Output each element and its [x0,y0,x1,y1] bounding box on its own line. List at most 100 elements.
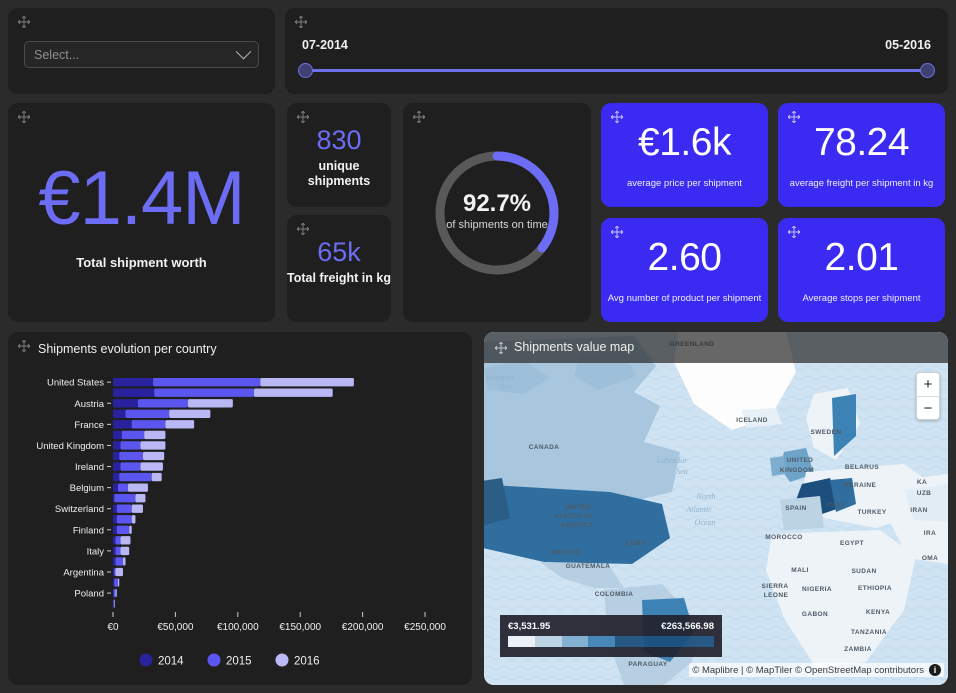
timeline-handle-end[interactable] [920,63,935,78]
legend-swatch[interactable] [140,654,153,667]
move-icon[interactable] [17,15,31,29]
bar-segment[interactable] [154,389,254,397]
bar-segment[interactable] [113,452,119,460]
bar-segment[interactable] [113,462,120,470]
legend-label[interactable]: 2015 [226,656,252,668]
bar-segment[interactable] [113,589,114,597]
bar-segment[interactable] [113,431,122,439]
bar-segment[interactable] [113,515,117,523]
timeline-slider[interactable] [305,69,928,72]
bar-segment[interactable] [114,589,116,597]
bar-segment[interactable] [116,568,123,576]
bar-segment[interactable] [113,599,114,607]
bar-segment[interactable] [135,494,145,502]
bar-segment[interactable] [114,494,135,502]
bar-segment[interactable] [132,515,136,523]
bar-segment[interactable] [143,452,164,460]
bar-segment[interactable] [123,557,126,565]
move-icon[interactable] [787,110,801,124]
move-icon[interactable] [610,225,624,239]
bar-segment[interactable] [120,462,140,470]
bar-segment[interactable] [120,441,140,449]
legend-swatch [615,636,714,647]
bar-segment[interactable] [144,431,165,439]
bar-segment[interactable] [114,599,115,607]
info-icon[interactable]: i [929,664,941,676]
bar-segment[interactable] [153,378,260,386]
bar-segment[interactable] [113,378,153,386]
legend-swatch[interactable] [276,654,289,667]
bar-segment[interactable] [188,399,233,407]
move-icon[interactable] [17,110,31,124]
bar-segment[interactable] [114,568,115,576]
bar-segment[interactable] [254,389,333,397]
bar-segment[interactable] [165,420,194,428]
move-icon[interactable] [610,110,624,124]
bar-segment[interactable] [118,578,119,586]
bar-segment[interactable] [116,557,123,565]
bar-segment[interactable] [113,441,120,449]
select-placeholder: Select... [34,48,238,62]
bar-segment[interactable] [119,452,143,460]
bar-segment[interactable] [119,473,151,481]
country-label: COLOMBIA [595,591,634,598]
move-icon[interactable] [412,110,426,124]
bar-segment[interactable] [113,568,114,576]
bar-segment[interactable] [113,494,114,502]
bar-segment[interactable] [113,505,117,513]
bar-segment[interactable] [113,410,125,418]
bar-segment[interactable] [122,431,144,439]
attribution-text[interactable]: © Maplibre | © MapTiler © OpenStreetMap … [692,665,924,676]
bar-segment[interactable] [260,378,354,386]
bar-segment[interactable] [113,420,132,428]
bar-segment[interactable] [113,483,118,491]
bar-segment[interactable] [113,473,119,481]
bar-segment[interactable] [118,483,128,491]
bar-segment[interactable] [117,526,129,534]
bar-segment[interactable] [113,536,116,544]
legend-label[interactable]: 2014 [158,656,184,668]
move-icon[interactable] [17,339,31,353]
move-icon[interactable] [294,15,308,29]
bar-segment[interactable] [120,547,129,555]
chevron-down-icon[interactable] [236,44,252,60]
bar-segment[interactable] [120,536,130,544]
bar-segment[interactable] [113,578,114,586]
country-select[interactable]: Select... [24,41,259,68]
legend-min-value: €3,531.95 [508,621,550,632]
country-label: SIERRA [762,583,789,590]
shipments-evolution-card: Shipments evolution per country United S… [8,332,472,685]
bar-segment[interactable] [140,441,165,449]
bar-segment[interactable] [113,526,117,534]
move-icon[interactable] [494,341,508,355]
bar-segment[interactable] [114,578,118,586]
move-icon[interactable] [787,225,801,239]
legend-swatch[interactable] [208,654,221,667]
bar-segment[interactable] [113,389,154,397]
bar-chart[interactable]: United StatesAustriaFranceUnited Kingdom… [8,360,472,685]
bar-segment[interactable] [129,526,132,534]
bar-segment[interactable] [113,547,116,555]
bar-segment[interactable] [116,547,121,555]
bar-segment[interactable] [117,515,132,523]
bar-segment[interactable] [125,410,169,418]
legend-label[interactable]: 2016 [294,656,320,668]
bar-segment[interactable] [117,505,132,513]
bar-segment[interactable] [152,473,162,481]
zoom-out-button[interactable]: − [917,396,939,419]
bar-segment[interactable] [140,462,162,470]
bar-segment[interactable] [113,399,138,407]
bar-segment[interactable] [132,420,166,428]
bar-segment[interactable] [132,505,143,513]
timeline-handle-start[interactable] [298,63,313,78]
zoom-in-button[interactable]: + [917,373,939,396]
bar-segment[interactable] [116,589,117,597]
map-zoom-controls[interactable]: + − [916,372,940,420]
bar-segment[interactable] [113,557,116,565]
bar-segment[interactable] [116,536,121,544]
move-icon[interactable] [296,222,310,236]
bar-segment[interactable] [169,410,210,418]
bar-segment[interactable] [128,483,148,491]
move-icon[interactable] [296,110,310,124]
bar-segment[interactable] [138,399,188,407]
